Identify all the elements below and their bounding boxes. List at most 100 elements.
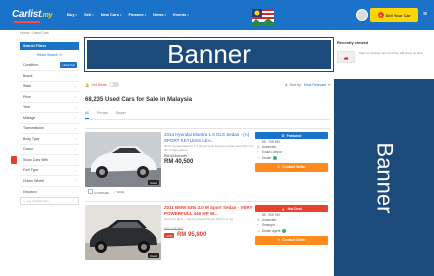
tab-all[interactable]: All: [85, 111, 89, 119]
car-photo[interactable]: Used: [85, 132, 161, 187]
results-toolbar: 🔔 Get Alerts ⇅ Sort by: Most Relevant ▾: [85, 78, 330, 91]
promo-flag-image[interactable]: [248, 3, 278, 27]
filter-fuel-type[interactable]: Fuel Type ›: [20, 166, 79, 176]
listing-card[interactable]: Used COMPARE ♡ SAVE 2014 Hyundai Elantra…: [85, 128, 330, 198]
chevron-right-icon: ›: [74, 178, 76, 184]
filter-body-type[interactable]: Body Type ›: [20, 134, 79, 145]
filters-heading: Search Filters: [20, 42, 79, 50]
contact-seller-button[interactable]: ✆ Contact Seller: [255, 235, 328, 245]
save-button[interactable]: ♡ SAVE: [113, 190, 124, 194]
filter-mileage[interactable]: Mileage ›: [20, 113, 79, 124]
logo-swoosh: [14, 21, 40, 23]
chevron-right-icon: ›: [74, 157, 76, 163]
nav-link-sell[interactable]: Sell▾: [84, 12, 94, 17]
nav-link-finance[interactable]: Finance▾: [128, 12, 146, 17]
chevron-right-icon: ›: [74, 167, 76, 173]
spec-seller: ☺ Dealer: [255, 155, 328, 160]
filter-price[interactable]: Price ›: [20, 92, 79, 103]
filter-colour[interactable]: Colour ›: [20, 145, 79, 155]
keyword-label: Keyword: [23, 189, 37, 194]
listing-description: 2014 Hyundai Elantra 1.6 gls gd sport ke…: [164, 144, 253, 152]
recently-viewed-panel: Recently viewed 🚗 Start by viewing cars …: [337, 40, 432, 63]
user-icon: ☺: [257, 228, 261, 233]
phone-icon: ✆: [277, 238, 281, 243]
recently-viewed-hint: Start by viewing cars and they will show…: [359, 51, 424, 55]
spec-seller: ☺ Dealer Agent: [255, 228, 328, 233]
odometer-icon: ◔: [257, 139, 259, 144]
filter-brand[interactable]: Brand ›: [20, 71, 79, 82]
listings-main: 🔔 Get Alerts ⇅ Sort by: Most Relevant ▾ 6…: [85, 78, 330, 120]
sort-icon: ⇅: [284, 82, 288, 87]
chevron-right-icon: ›: [74, 94, 76, 100]
menu-icon[interactable]: ≡: [423, 11, 427, 18]
nav-link-events[interactable]: Events▾: [173, 12, 189, 17]
top-navigation-bar: Carlist.my Buy▾ Sell▾ New Cars▾ Finance▾…: [0, 0, 434, 30]
search-icon: ⌕: [23, 198, 25, 203]
sort-dropdown[interactable]: ⇅ Sort by: Most Relevant ▾: [285, 83, 330, 87]
user-avatar[interactable]: [356, 9, 368, 21]
featured-ribbon: ✪ Featured: [255, 132, 328, 139]
top-banner-ad[interactable]: Banner: [84, 37, 334, 72]
right-banner-ad[interactable]: Banner: [334, 79, 434, 276]
chevron-right-icon: ›: [74, 104, 76, 110]
verified-icon: [273, 155, 278, 160]
user-icon: ☺: [257, 155, 261, 160]
filter-condition[interactable]: Condition Used Car: [20, 60, 79, 71]
breadcrumb[interactable]: Home / Used Cars: [20, 31, 49, 35]
chevron-right-icon: ›: [74, 136, 76, 142]
fire-icon: 🔥: [281, 206, 286, 211]
nav-link-new-cars[interactable]: New Cars▾: [101, 12, 122, 17]
car-placeholder-icon: 🚗: [337, 51, 355, 63]
tab-dealer[interactable]: Dealer: [116, 111, 126, 119]
results-title: 68,235 Used Cars for Sale in Malaysia: [85, 97, 193, 103]
filter-driven-wheel[interactable]: Driven Wheel ›: [20, 176, 79, 187]
reset-search-link[interactable]: Reset Search ↻: [20, 50, 79, 60]
carlist-logo[interactable]: Carlist.my: [12, 9, 53, 20]
hot-deal-ribbon: 🔥 Hot Deal: [255, 205, 328, 212]
chevron-right-icon: ›: [74, 115, 76, 121]
nav-link-news[interactable]: News▾: [153, 12, 166, 17]
filter-show-cars-with[interactable]: Show Cars With ›: [11, 155, 79, 166]
chevron-right-icon: ›: [74, 146, 76, 152]
listing-title[interactable]: 2014 Hyundai Elantra 1.6 GLS Sedan - (A)…: [164, 132, 254, 143]
chevron-right-icon: ›: [74, 73, 76, 79]
filter-state[interactable]: State ›: [20, 82, 79, 92]
tab-private[interactable]: Private: [97, 111, 108, 119]
gear-icon: ⚙: [257, 145, 260, 150]
listing-actions: COMPARE ♡ SAVE: [88, 189, 124, 195]
chevron-down-icon: ▾: [328, 82, 330, 87]
bell-icon: 🔔: [85, 82, 90, 87]
contact-seller-button[interactable]: ✆ Contact Seller: [255, 162, 328, 172]
search-filters-sidebar: Search Filters Reset Search ↻ Condition …: [11, 42, 79, 205]
monthly-price: RM 623/month: [164, 154, 187, 158]
location-pin-icon: ⌖: [257, 150, 259, 155]
get-alerts-toggle[interactable]: 🔔 Get Alerts: [85, 82, 119, 87]
star-icon: ✪: [281, 133, 285, 138]
discount-badge: -10%: [164, 233, 175, 238]
seller-type-tabs: All Private Dealer: [85, 111, 330, 120]
nav-link-buy[interactable]: Buy▾: [67, 12, 77, 17]
verified-icon: [282, 228, 287, 233]
listing-card[interactable]: Used 2011 BMW 535i 3.0 M Sport Sedan - V…: [85, 201, 330, 271]
recently-viewed-heading: Recently viewed: [337, 40, 369, 45]
keyword-search-input[interactable]: ⌕ e.g. Honda Civic: [20, 196, 79, 205]
sell-your-car-button[interactable]: + Sell Your Car: [370, 8, 418, 22]
alert-switch[interactable]: [108, 82, 119, 87]
car-photo[interactable]: Used: [85, 205, 161, 260]
filter-year[interactable]: Year ›: [20, 103, 79, 113]
listing-side-panel: 🔥 Hot Deal ◔ 85 - 90K KM ⚙ Automatic ⌖ Selan…: [255, 205, 328, 245]
compare-checkbox[interactable]: COMPARE: [88, 189, 109, 195]
odometer-icon: ◔: [257, 212, 259, 217]
dark-bmw-sedan-image: [85, 205, 161, 260]
filter-transmission[interactable]: Transmission ›: [20, 124, 79, 134]
white-sedan-image: [85, 132, 161, 187]
chevron-right-icon: ›: [74, 83, 76, 89]
listing-title[interactable]: 2011 BMW 535i 3.0 M Sport Sedan - VERY P…: [164, 205, 254, 216]
condition-chip[interactable]: Used Car: [60, 62, 77, 68]
phone-icon: ✆: [277, 165, 281, 170]
plus-icon: +: [377, 12, 384, 18]
listing-side-panel: ✪ Featured ◔ 65 - 70K KM ⚙ Automatic ⌖ Kuala…: [255, 132, 328, 172]
location-pin-icon: ⌖: [257, 223, 259, 228]
nav-links: Buy▾ Sell▾ New Cars▾ Finance▾ News▾ Even…: [67, 12, 189, 17]
listing-price: RM 95,800: [177, 232, 207, 238]
